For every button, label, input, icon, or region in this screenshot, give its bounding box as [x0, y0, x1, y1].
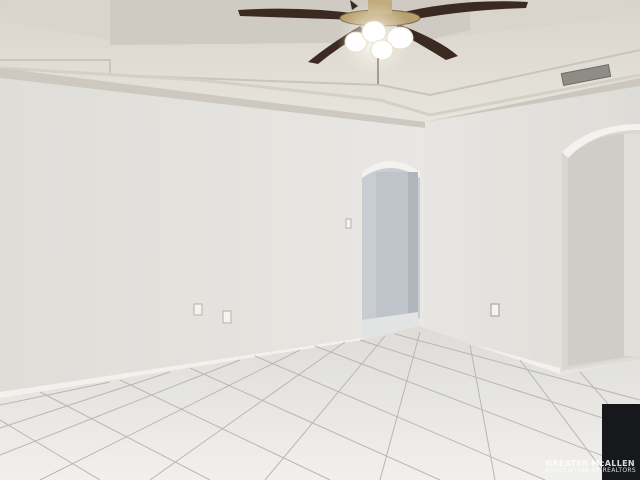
wall-outlet [222, 310, 232, 324]
light-switch [345, 218, 352, 229]
watermark-line-2: ASSOCIATION OF REALTORS [545, 467, 636, 474]
wall-outlet [490, 303, 500, 317]
arched-doorway-right [562, 124, 640, 370]
room-photo [0, 0, 640, 480]
wall-outlet [193, 303, 203, 316]
watermark-line-1: GREATER McALLEN [545, 459, 635, 468]
watermark: GREATER McALLEN ASSOCIATION OF REALTORS [545, 459, 636, 475]
arched-doorway-hallway [362, 161, 420, 340]
